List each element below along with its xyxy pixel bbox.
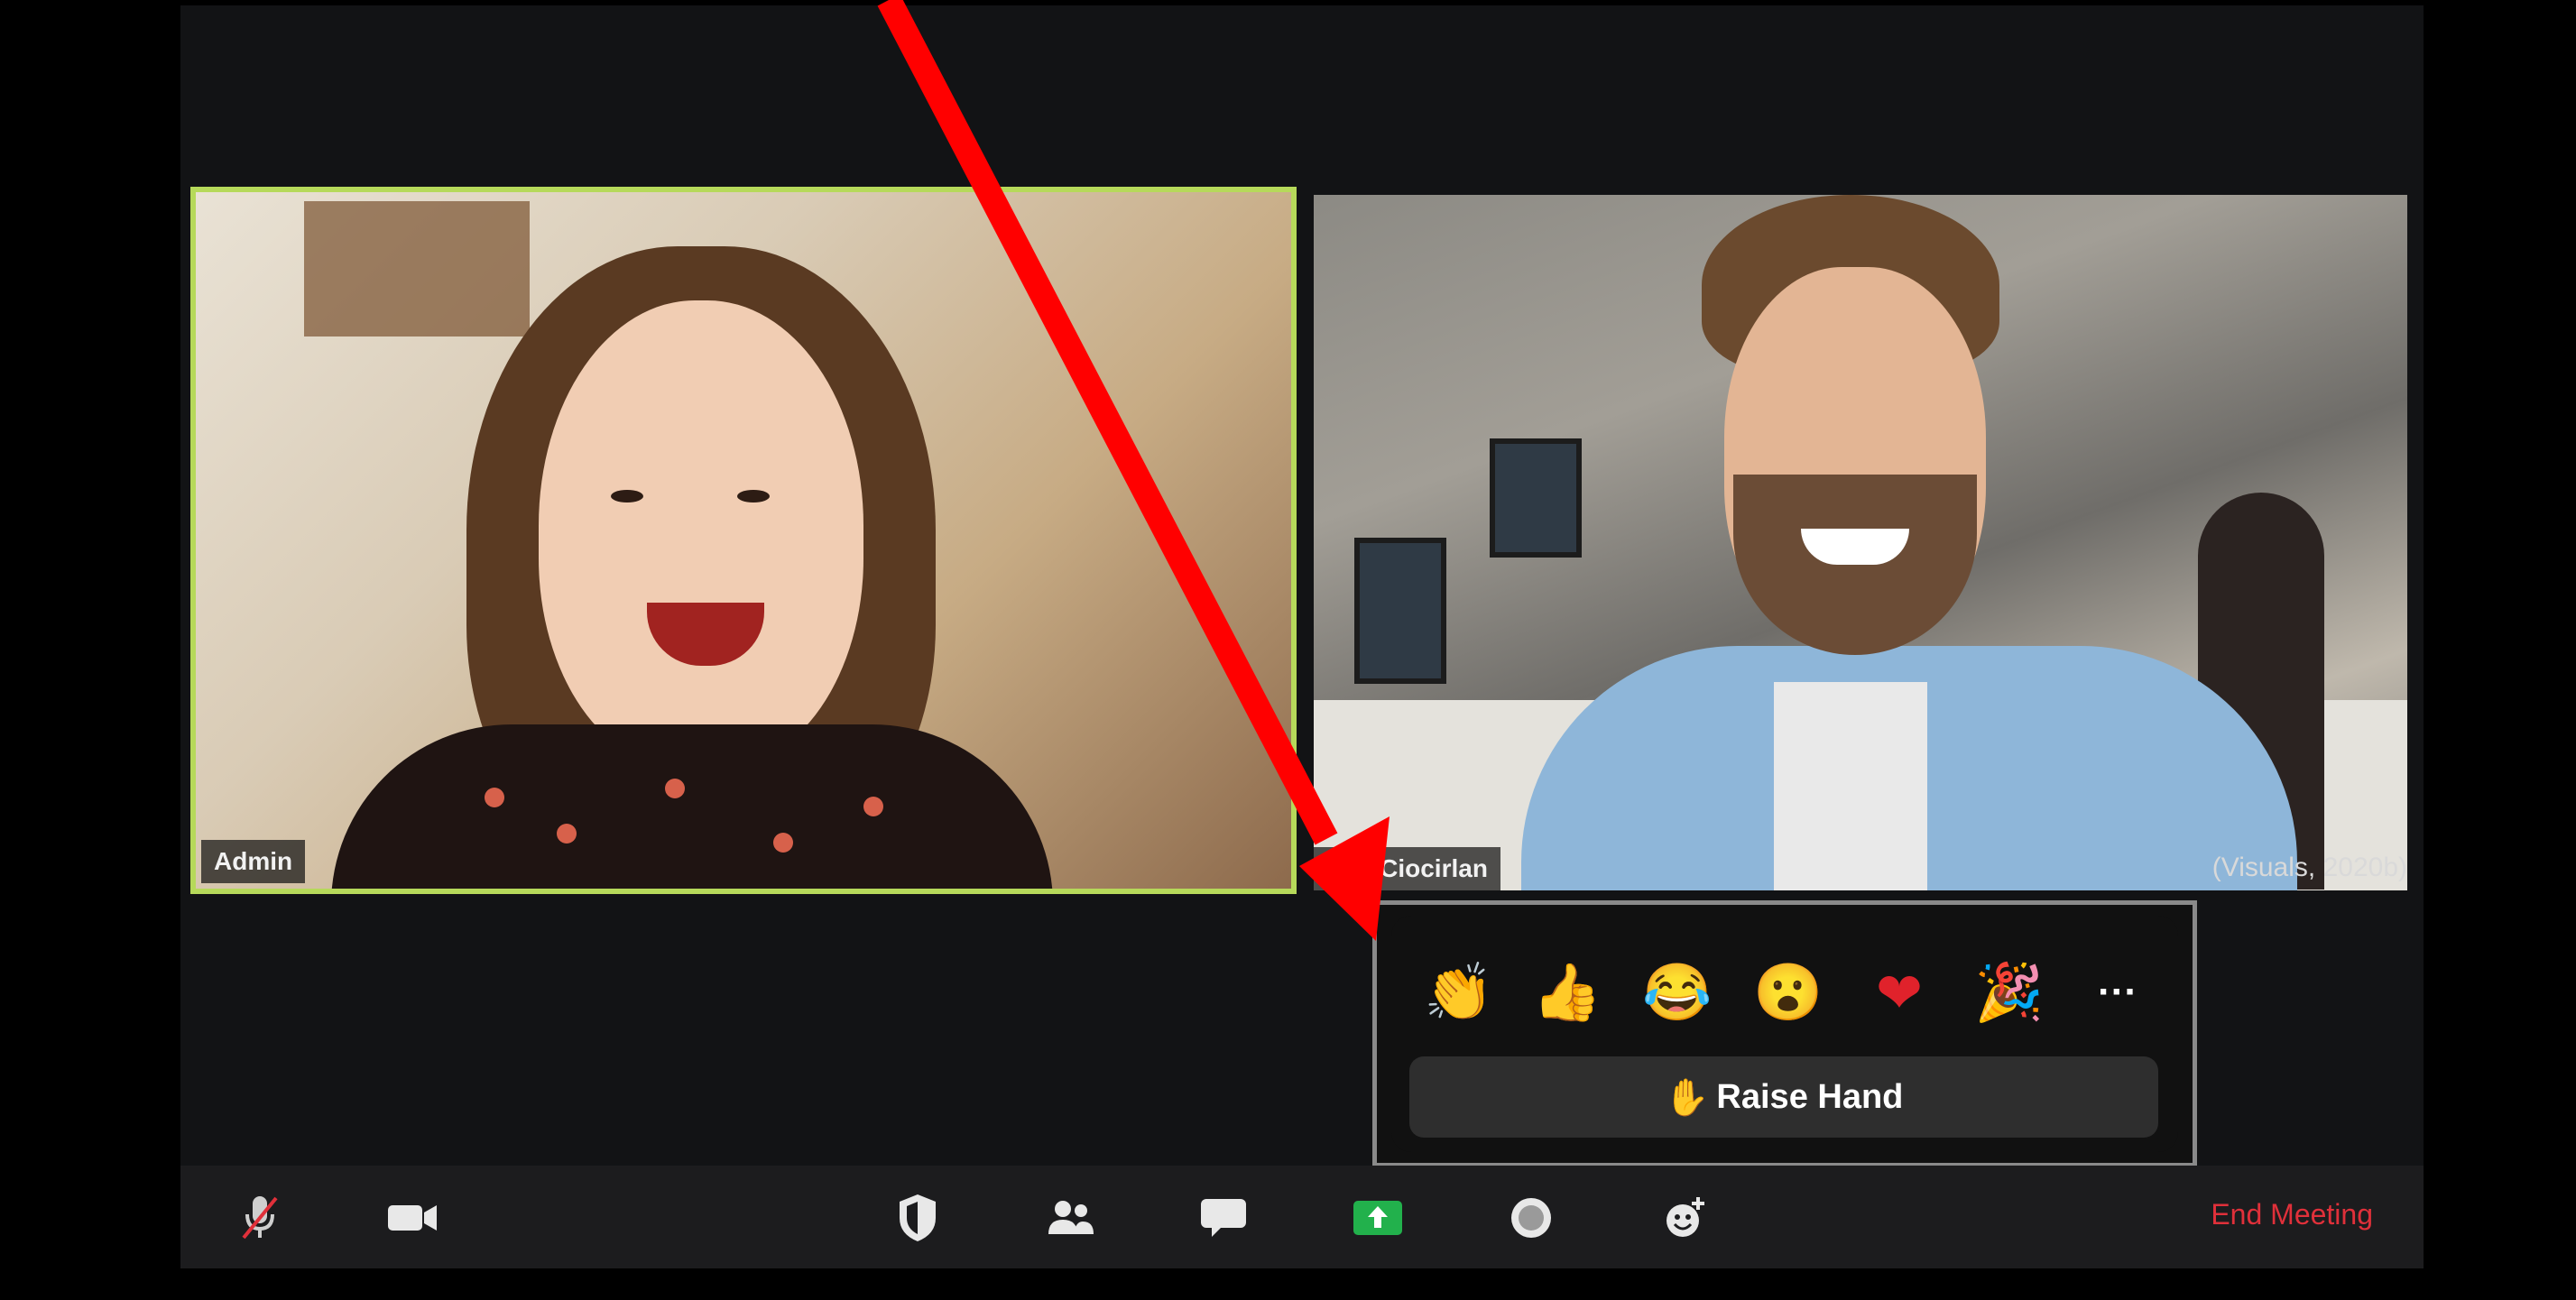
raised-hand-icon: ✋	[1664, 1077, 1710, 1118]
image-credit: (Visuals, 2020b)	[2211, 853, 2407, 882]
participants-icon[interactable]	[1042, 1191, 1100, 1245]
video-tile-participant[interactable]: rius Ciocirlan	[1314, 195, 2407, 890]
reactions-popup-highlight: 👏 👍 😂 😮 ❤ 🎉 ··· ✋ Raise Hand	[1372, 900, 2197, 1167]
heart-icon[interactable]: ❤	[1859, 952, 1940, 1033]
security-shield-icon[interactable]	[889, 1191, 946, 1245]
end-meeting-button[interactable]: End Meeting	[2211, 1198, 2373, 1231]
surprised-face-icon[interactable]: 😮	[1748, 952, 1829, 1033]
raise-hand-button[interactable]: ✋ Raise Hand	[1409, 1056, 2158, 1138]
clapping-hands-icon[interactable]: 👏	[1418, 952, 1500, 1033]
record-icon[interactable]	[1502, 1191, 1560, 1245]
participant-video-admin	[196, 192, 1291, 889]
video-camera-icon[interactable]	[383, 1191, 441, 1245]
tears-of-joy-icon[interactable]: 😂	[1637, 952, 1718, 1033]
participant-name-other: rius Ciocirlan	[1314, 847, 1500, 890]
reactions-icon[interactable]	[1657, 1191, 1714, 1245]
party-popper-icon[interactable]: 🎉	[1969, 952, 2050, 1033]
thumbs-up-icon[interactable]: 👍	[1527, 952, 1608, 1033]
raise-hand-label: Raise Hand	[1716, 1077, 1904, 1116]
chat-icon[interactable]	[1195, 1191, 1252, 1245]
meeting-toolbar: End Meeting	[180, 1166, 2424, 1268]
screenshot-stage: Admin rius Ciocirlan (Visuals, 2020b) 👏 …	[0, 0, 2576, 1300]
reactions-popup: 👏 👍 😂 😮 ❤ 🎉 ··· ✋ Raise Hand	[1391, 916, 2178, 1152]
participant-name-admin: Admin	[201, 840, 306, 883]
participant-video-other	[1314, 195, 2407, 890]
video-tile-admin[interactable]: Admin	[190, 187, 1297, 894]
more-icon[interactable]: ···	[2077, 952, 2158, 1033]
microphone-muted-icon[interactable]	[231, 1191, 289, 1245]
share-screen-icon[interactable]	[1349, 1191, 1407, 1245]
